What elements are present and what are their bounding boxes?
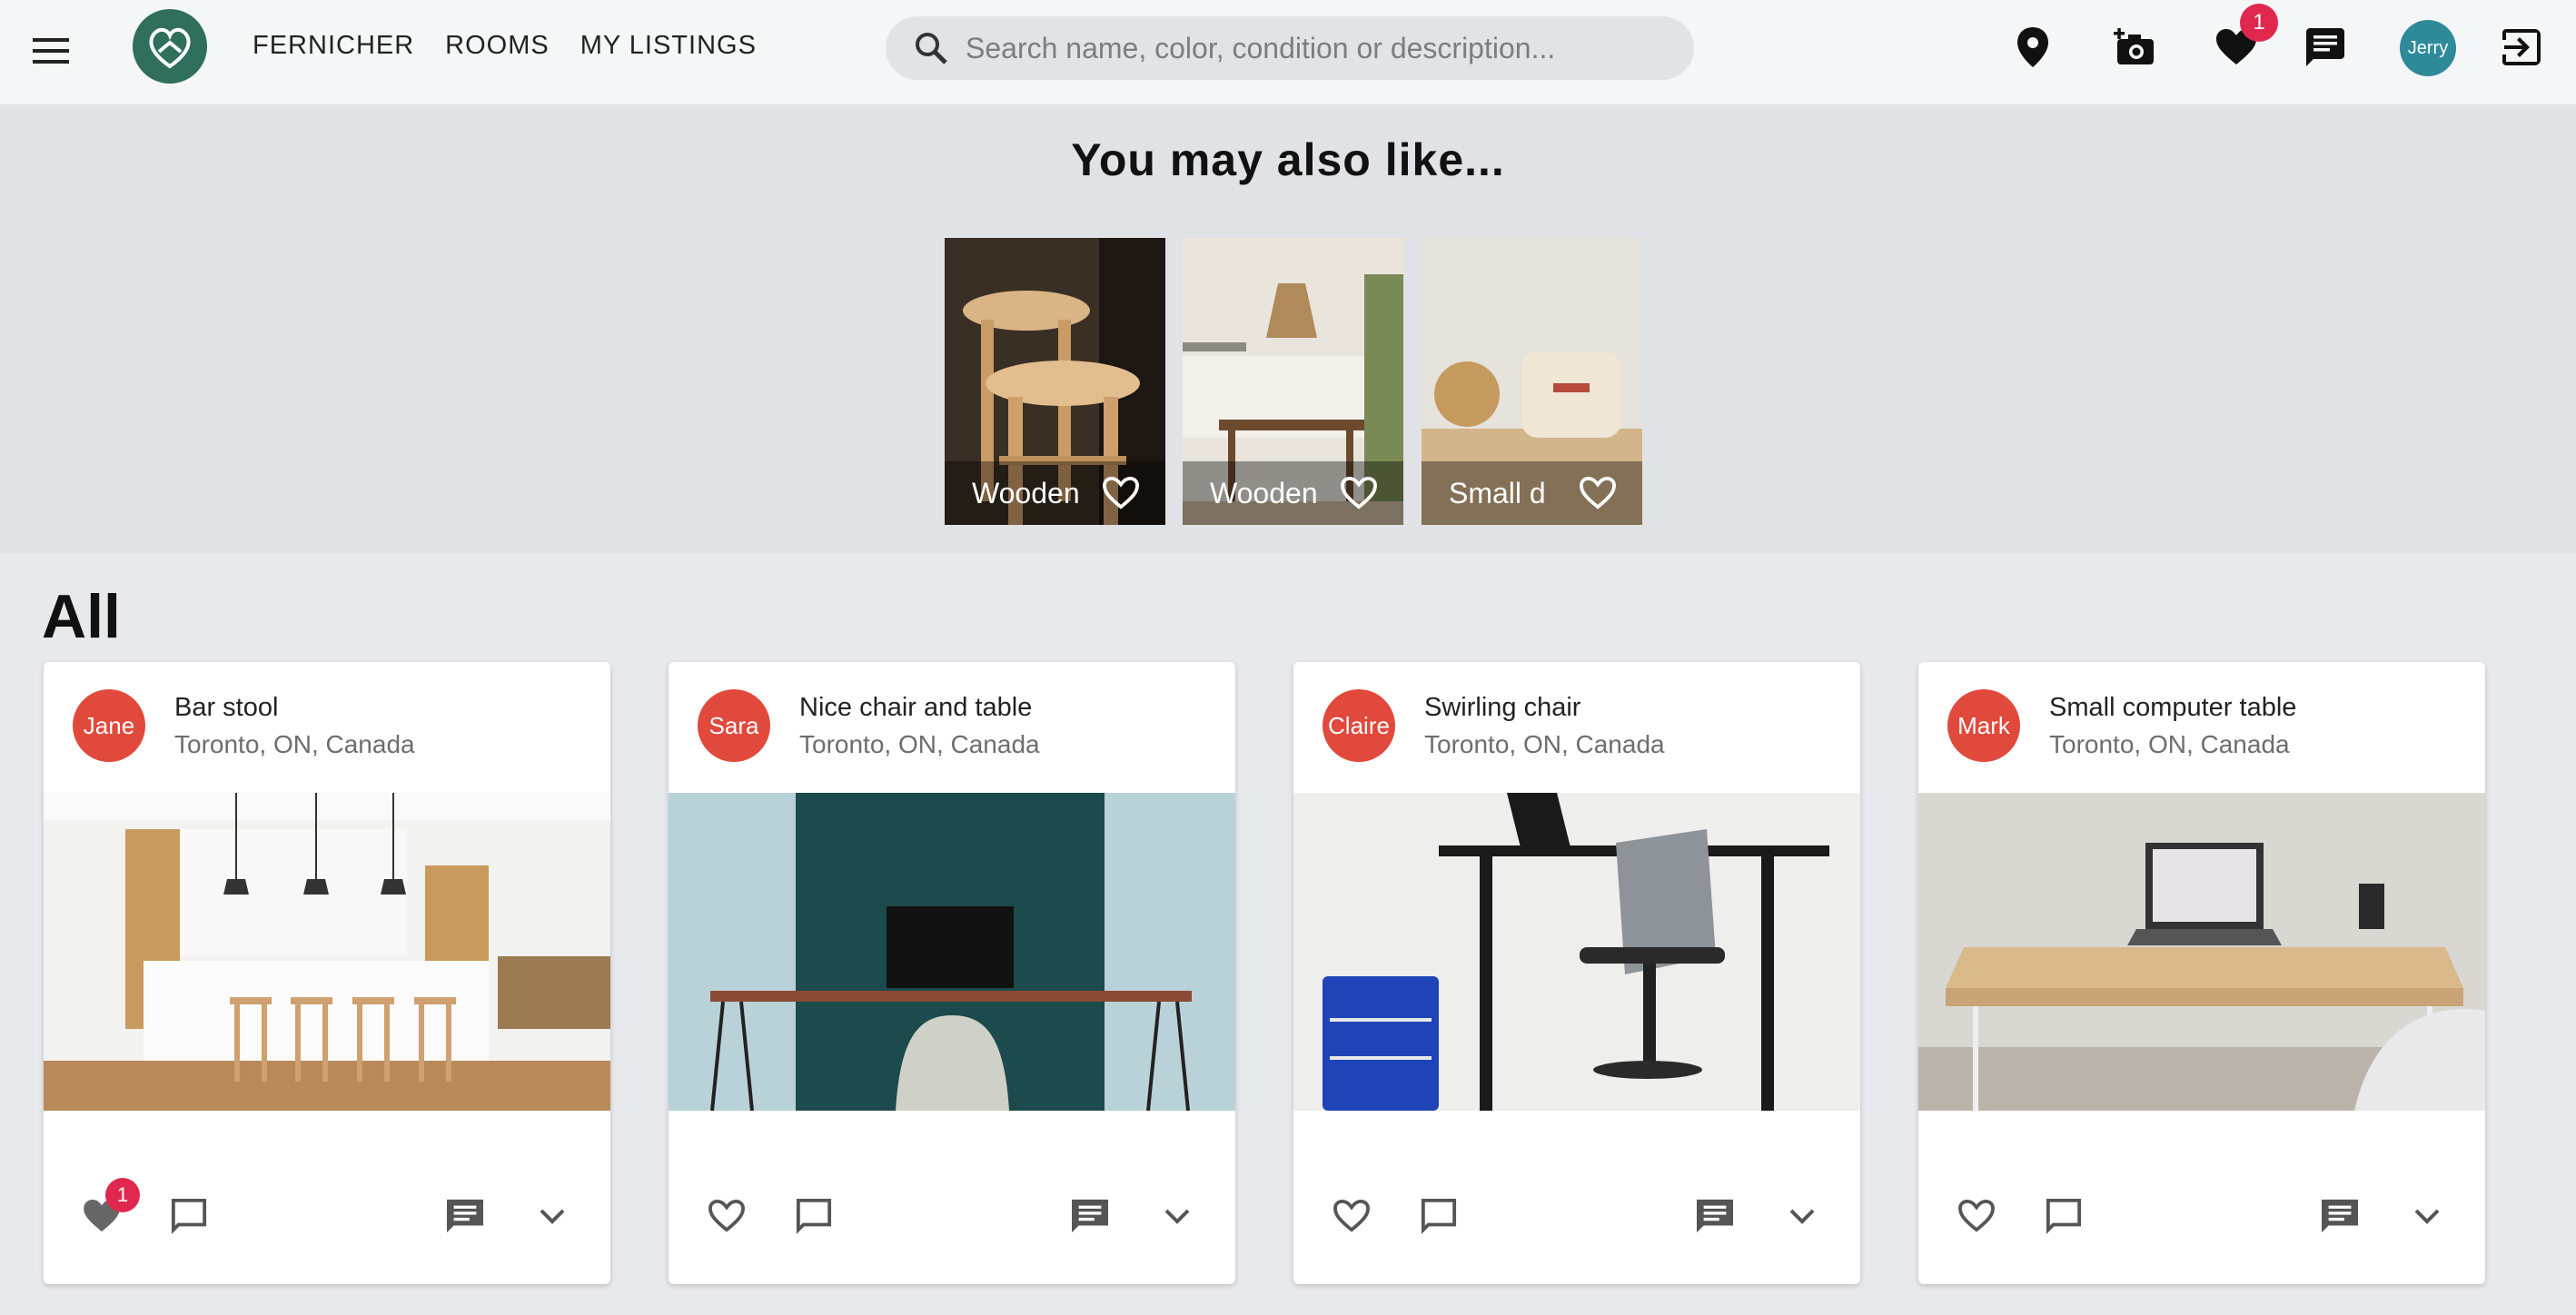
listing-image[interactable] — [669, 793, 1235, 1111]
messages-button[interactable] — [2314, 1191, 2365, 1241]
location-pin-icon — [2017, 27, 2048, 67]
seller-avatar[interactable]: Jane — [73, 689, 145, 762]
listing-card[interactable]: Jane Bar stool Toronto, ON, Canada 1 — [44, 662, 610, 1284]
listing-image[interactable] — [44, 793, 610, 1111]
card-header: Sara Nice chair and table Toronto, ON, C… — [669, 662, 1235, 793]
card-header: Jane Bar stool Toronto, ON, Canada — [44, 662, 610, 793]
nav-rooms[interactable]: ROOMS — [445, 27, 550, 64]
main-nav: FERNICHER ROOMS MY LISTINGS — [253, 27, 757, 64]
chevron-down-icon — [2414, 1209, 2440, 1224]
suggestion-caption: Wooden — [945, 461, 1165, 525]
comment-button[interactable] — [1413, 1191, 1464, 1241]
listing-title[interactable]: Small computer table — [2049, 693, 2296, 723]
heart-outline-icon — [1958, 1199, 1995, 1232]
listing-title[interactable]: Bar stool — [174, 693, 278, 723]
user-avatar[interactable]: Jerry — [2400, 20, 2456, 76]
comment-outline-icon — [796, 1198, 832, 1234]
listing-title[interactable]: Swirling chair — [1424, 693, 1580, 723]
messages-button[interactable] — [440, 1191, 490, 1241]
expand-button[interactable] — [1152, 1191, 1203, 1241]
logout-icon — [2502, 29, 2541, 65]
message-icon — [1072, 1199, 1108, 1233]
menu-icon — [33, 38, 69, 64]
favorites-button[interactable]: 1 — [2209, 4, 2278, 74]
suggestions-heading: You may also like... — [1071, 134, 1505, 185]
message-icon — [2322, 1199, 2358, 1233]
listing-card[interactable]: Claire Swirling chair Toronto, ON, Canad… — [1293, 662, 1860, 1284]
search-bar — [886, 16, 1694, 80]
like-button[interactable] — [1326, 1191, 1377, 1241]
like-button[interactable] — [1951, 1191, 2002, 1241]
nav-brand[interactable]: FERNICHER — [253, 27, 414, 64]
comment-outline-icon — [1421, 1198, 1457, 1234]
comment-button[interactable] — [788, 1191, 839, 1241]
suggestion-card[interactable]: Wooden — [1183, 238, 1403, 525]
heart-outline-icon — [708, 1199, 745, 1232]
logout-button[interactable] — [2494, 20, 2549, 74]
listing-title[interactable]: Nice chair and table — [799, 693, 1032, 723]
suggestion-label: Wooden — [1210, 476, 1318, 509]
message-icon — [447, 1199, 483, 1233]
seller-avatar[interactable]: Claire — [1323, 689, 1395, 762]
chevron-down-icon — [540, 1209, 565, 1224]
like-badge: 1 — [105, 1178, 140, 1212]
comment-outline-icon — [171, 1198, 207, 1234]
expand-button[interactable] — [2402, 1191, 2452, 1241]
search-icon — [916, 33, 947, 64]
heart-outline-icon[interactable] — [1579, 476, 1617, 510]
heart-outline-icon[interactable] — [1102, 476, 1140, 510]
listing-location: Toronto, ON, Canada — [174, 730, 415, 758]
search-input[interactable] — [966, 31, 1656, 65]
seller-avatar[interactable]: Mark — [1947, 689, 2020, 762]
menu-button[interactable] — [27, 27, 74, 74]
listing-location: Toronto, ON, Canada — [2049, 730, 2290, 758]
listing-image[interactable] — [1918, 793, 2485, 1111]
card-actions — [1918, 1171, 2485, 1261]
messages-button[interactable] — [2298, 20, 2353, 74]
listing-card[interactable]: Mark Small computer table Toronto, ON, C… — [1918, 662, 2485, 1284]
suggestion-label: Small d — [1449, 476, 1546, 509]
add-photo-icon — [2114, 28, 2154, 64]
expand-button[interactable] — [1777, 1191, 1828, 1241]
location-button[interactable] — [2006, 20, 2060, 74]
messages-button[interactable] — [1689, 1191, 1740, 1241]
comment-outline-icon — [2046, 1198, 2082, 1234]
all-heading: All — [42, 582, 121, 651]
suggestion-card[interactable]: Small d — [1422, 238, 1642, 525]
listing-card[interactable]: Sara Nice chair and table Toronto, ON, C… — [669, 662, 1235, 1284]
heart-outline-icon — [1333, 1199, 1370, 1232]
nav-my-listings[interactable]: MY LISTINGS — [580, 27, 757, 64]
expand-button[interactable] — [527, 1191, 578, 1241]
card-header: Claire Swirling chair Toronto, ON, Canad… — [1293, 662, 1860, 793]
seller-avatar[interactable]: Sara — [698, 689, 770, 762]
heart-outline-icon[interactable] — [1340, 476, 1378, 510]
listing-location: Toronto, ON, Canada — [799, 730, 1040, 758]
suggestions-section: You may also like... Wooden Wooden Small… — [0, 106, 2576, 553]
message-icon — [1697, 1199, 1733, 1233]
app-bar: FERNICHER ROOMS MY LISTINGS 1 Jerry — [0, 0, 2576, 105]
favorites-badge: 1 — [2240, 4, 2278, 42]
listing-image[interactable] — [1293, 793, 1860, 1111]
suggestion-label: Wooden — [972, 476, 1080, 509]
card-actions: 1 — [44, 1171, 610, 1261]
comment-button[interactable] — [163, 1191, 214, 1241]
messages-button[interactable] — [1065, 1191, 1115, 1241]
suggestion-caption: Wooden — [1183, 461, 1403, 525]
suggestion-caption: Small d — [1422, 461, 1642, 525]
card-actions — [669, 1171, 1235, 1261]
like-button[interactable]: 1 — [76, 1178, 140, 1241]
add-listing-button[interactable] — [2107, 20, 2162, 74]
chevron-down-icon — [1789, 1209, 1815, 1224]
card-header: Mark Small computer table Toronto, ON, C… — [1918, 662, 2485, 793]
comment-button[interactable] — [2038, 1191, 2089, 1241]
listing-location: Toronto, ON, Canada — [1424, 730, 1665, 758]
suggestion-card[interactable]: Wooden — [945, 238, 1165, 525]
logo-icon[interactable] — [133, 9, 207, 84]
card-actions — [1293, 1171, 1860, 1261]
chat-icon — [2306, 28, 2344, 66]
chevron-down-icon — [1164, 1209, 1190, 1224]
like-button[interactable] — [701, 1191, 752, 1241]
